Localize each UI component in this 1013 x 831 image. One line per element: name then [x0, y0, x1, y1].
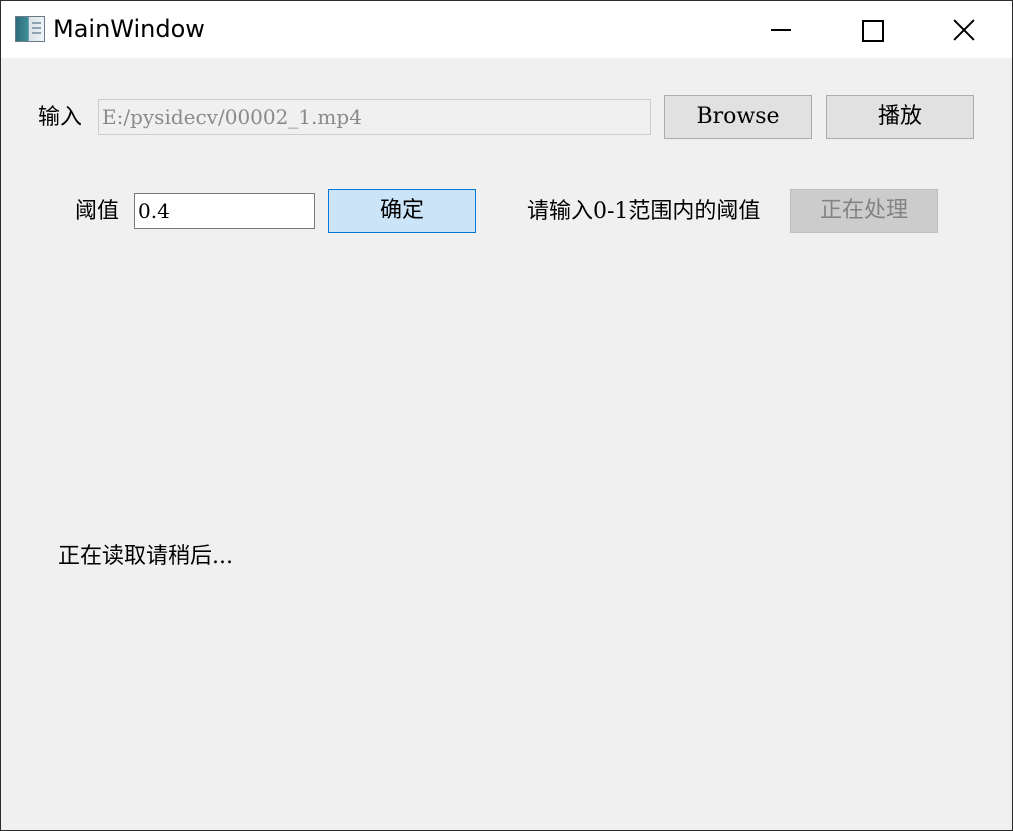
close-button[interactable] [919, 1, 1011, 58]
minimize-icon [771, 29, 791, 31]
window-title: MainWindow [53, 15, 205, 43]
title-bar[interactable]: MainWindow [1, 1, 1012, 58]
browse-button[interactable]: Browse [664, 95, 812, 139]
threshold-input[interactable]: 0.4 [134, 193, 315, 229]
minimize-button[interactable] [735, 1, 827, 58]
threshold-hint: 请输入0-1范围内的阈值 [527, 199, 761, 224]
main-window: MainWindow 输入 E:/pysidecv/00002_1.mp4 Br… [0, 0, 1013, 831]
file-path-field: E:/pysidecv/00002_1.mp4 [98, 99, 651, 135]
maximize-icon [862, 20, 884, 42]
threshold-label: 阈值 [75, 199, 120, 224]
maximize-button[interactable] [827, 1, 919, 58]
close-icon [953, 19, 975, 41]
app-icon [15, 16, 45, 42]
input-label: 输入 [38, 105, 83, 130]
play-button[interactable]: 播放 [826, 95, 974, 139]
confirm-button[interactable]: 确定 [328, 189, 476, 233]
status-text: 正在读取请稍后... [58, 544, 233, 569]
processing-button: 正在处理 [790, 189, 938, 233]
